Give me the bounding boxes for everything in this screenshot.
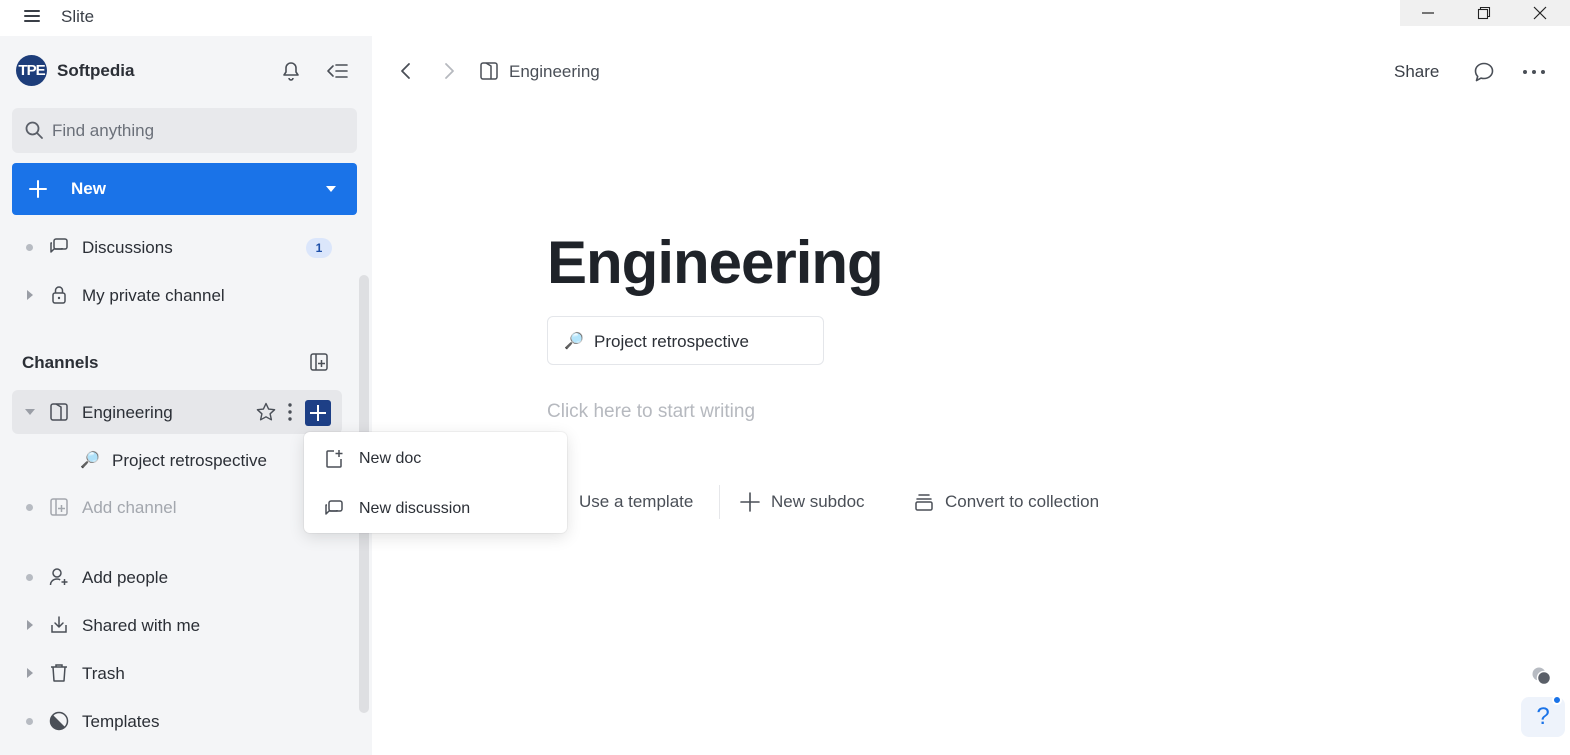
menu-item-new-doc[interactable]: New doc: [304, 435, 567, 481]
share-button[interactable]: Share: [1394, 62, 1439, 82]
sidebar-item-templates[interactable]: Templates: [12, 699, 342, 743]
sidebar-item-add-channel[interactable]: Add channel: [12, 485, 342, 529]
channels-header: Channels: [22, 353, 99, 372]
title-bar: Slite: [0, 0, 1570, 34]
workspace-name[interactable]: Softpedia: [57, 61, 134, 81]
sidebar-item-add-people[interactable]: Add people: [12, 555, 342, 599]
magnifier-emoji-icon: 🔎: [564, 333, 584, 350]
kebab-menu-icon[interactable]: [287, 401, 293, 423]
plus-icon: [739, 491, 761, 513]
channel-icon: [478, 60, 500, 82]
subdoc-label: Project retrospective: [594, 332, 749, 351]
divider: [719, 485, 720, 519]
bullet-icon: [26, 504, 33, 511]
chevron-down-icon[interactable]: [24, 408, 36, 416]
channel-icon: [48, 401, 70, 423]
menu-icon[interactable]: [22, 6, 42, 26]
page-title[interactable]: Engineering: [547, 228, 884, 297]
search-icon: [24, 120, 44, 140]
sidebar-item-trash[interactable]: Trash: [12, 651, 342, 695]
star-icon[interactable]: [255, 401, 277, 423]
sidebar-item-label: Templates: [82, 712, 160, 731]
forward-arrow-icon[interactable]: [439, 60, 459, 82]
workspace-logo[interactable]: TPE: [16, 55, 47, 86]
help-icon: ?: [1536, 703, 1550, 730]
app-title: Slite: [61, 7, 95, 26]
discussion-icon: [48, 236, 70, 258]
sidebar-item-label: Discussions: [82, 238, 173, 257]
chevron-right-icon[interactable]: [26, 619, 34, 631]
sidebar-item-label: Shared with me: [82, 616, 201, 635]
convert-to-collection-button[interactable]: Convert to collection: [913, 489, 1118, 515]
use-template-button[interactable]: Use a template: [552, 489, 702, 515]
add-to-channel-button[interactable]: [305, 400, 331, 426]
add-dropdown-menu: New doc New discussion: [304, 432, 567, 533]
add-person-icon: [48, 566, 70, 588]
search-input[interactable]: Find anything: [12, 108, 357, 153]
plus-icon: [27, 178, 49, 200]
sidebar-item-label: Project retrospective: [112, 451, 267, 470]
minimize-button[interactable]: [1400, 0, 1456, 26]
convert-to-collection-label: Convert to collection: [945, 492, 1100, 511]
restore-button[interactable]: [1456, 0, 1512, 26]
new-button-label: New: [71, 179, 106, 198]
collapse-sidebar-icon[interactable]: [325, 60, 349, 82]
magnifier-emoji-icon: 🔎: [80, 452, 100, 469]
sidebar-item-private-channel[interactable]: My private channel: [12, 273, 342, 317]
sidebar-item-shared-with-me[interactable]: Shared with me: [12, 603, 342, 647]
collection-icon: [913, 491, 935, 513]
back-arrow-icon[interactable]: [396, 60, 416, 82]
bullet-icon: [26, 244, 33, 251]
sidebar-item-discussions[interactable]: Discussions 1: [12, 225, 342, 269]
unread-badge: 1: [306, 238, 332, 258]
editor-placeholder[interactable]: Click here to start writing: [547, 401, 755, 423]
bullet-icon: [26, 574, 33, 581]
use-template-label: Use a template: [579, 492, 694, 511]
presence-avatars-icon[interactable]: [1531, 666, 1553, 688]
comment-icon[interactable]: [1472, 60, 1496, 84]
help-button[interactable]: ?: [1521, 695, 1565, 737]
window-controls: [1400, 0, 1570, 26]
new-subdoc-label: New subdoc: [771, 492, 865, 511]
discussion-icon: [323, 498, 345, 520]
menu-item-label: New discussion: [359, 500, 471, 517]
notification-dot: [1552, 695, 1562, 705]
add-channel-icon[interactable]: [308, 351, 330, 373]
lock-icon: [48, 284, 70, 306]
bullet-icon: [26, 718, 33, 725]
chevron-down-icon[interactable]: [325, 185, 337, 193]
sidebar-item-label: Trash: [82, 664, 125, 683]
add-channel-icon: [48, 496, 70, 518]
chevron-right-icon[interactable]: [26, 289, 34, 301]
menu-item-label: New doc: [359, 450, 422, 467]
sidebar-item-label: Add channel: [82, 498, 177, 517]
new-subdoc-button[interactable]: New subdoc: [739, 489, 879, 515]
sidebar-item-engineering[interactable]: Engineering: [12, 390, 342, 434]
sidebar-item-label: Engineering: [82, 403, 173, 422]
sidebar-item-label: Add people: [82, 568, 169, 587]
subdoc-card[interactable]: 🔎 Project retrospective: [547, 316, 824, 365]
chevron-right-icon[interactable]: [26, 667, 34, 679]
search-placeholder: Find anything: [52, 121, 155, 140]
close-button[interactable]: [1512, 0, 1568, 26]
more-options-icon[interactable]: [1521, 62, 1547, 82]
new-doc-icon: [323, 448, 345, 470]
sidebar-item-label: My private channel: [82, 286, 225, 305]
bell-icon[interactable]: [280, 60, 302, 82]
new-button[interactable]: New: [12, 163, 357, 215]
templates-icon: [48, 710, 70, 732]
trash-icon: [48, 662, 70, 684]
breadcrumb[interactable]: Engineering: [509, 62, 600, 82]
inbox-download-icon: [48, 614, 70, 636]
sidebar-item-project-retrospective[interactable]: 🔎 Project retrospective: [12, 437, 342, 481]
menu-item-new-discussion[interactable]: New discussion: [304, 485, 567, 531]
